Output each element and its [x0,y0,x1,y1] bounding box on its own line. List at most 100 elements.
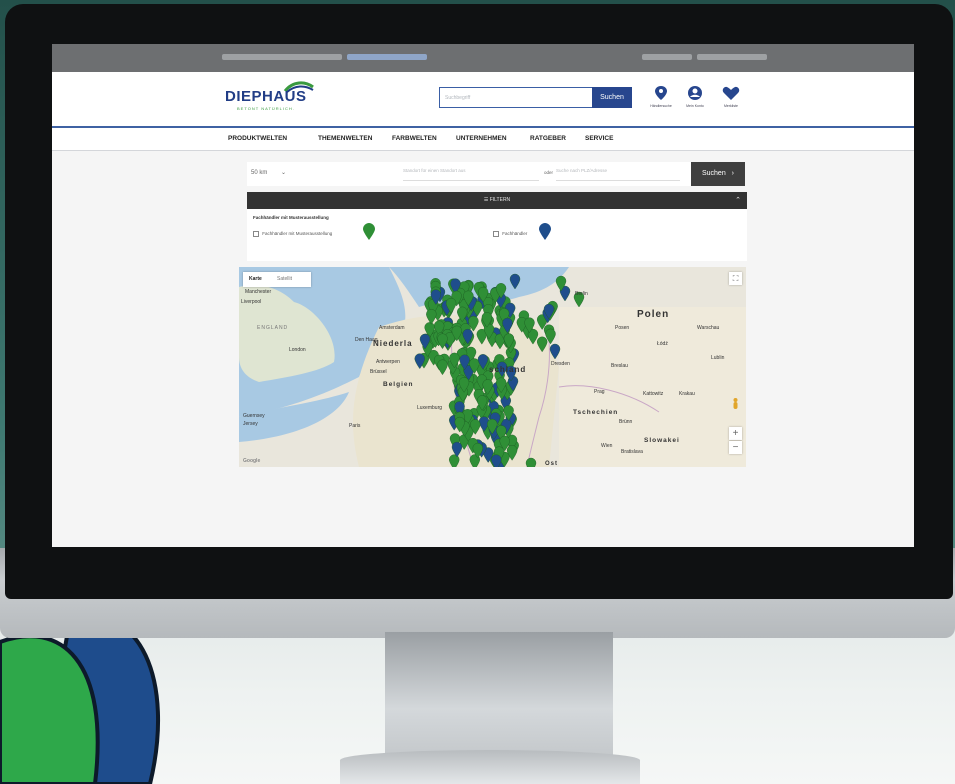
map-type-tabs: Karte Satellit [243,272,311,287]
dealer-marker[interactable] [525,457,537,467]
fullscreen-button[interactable]: ⛶ [729,272,742,285]
nav-item-produktwelten[interactable]: PRODUKTWELTEN [228,135,287,142]
map-label-posen: Posen [615,325,630,331]
wishlist-label: Merkliste [723,104,738,108]
filter-option-dealer[interactable]: Fachhändler [493,231,527,237]
dealer-search-bar: 50 km ⌄ Standort für einen Standort aus … [247,162,745,186]
zoom-in-button[interactable]: + [729,427,742,440]
dealer-marker[interactable] [536,336,548,353]
phone-placeholder [642,54,692,60]
filter-option-label: Fachhändler mit Musterausstellung [262,231,333,237]
map-label-lublin: Lublin [711,355,725,361]
pegman-icon [733,398,738,409]
map-label-manchester: Manchester [245,289,272,295]
chevron-up-icon: ⌃ [735,197,741,204]
zip-input[interactable]: Suche nach PLZ/Adresse [556,168,680,181]
search-button[interactable]: Suchen [592,87,632,108]
zip-placeholder: Suche nach PLZ/Adresse [556,168,608,173]
location-input[interactable]: Standort für einen Standort aus [403,168,539,181]
filter-label: FILTERN [489,197,511,203]
street-view-icon[interactable] [729,397,742,410]
location-pin-icon [655,86,667,100]
map-label-lodz: Łódź [657,341,668,347]
dealer-marker[interactable] [509,273,521,290]
map-label-bratislava: Bratislava [621,449,643,455]
map-label-brussels: Brüssel [370,369,387,375]
map-label-slovakia: Slowakei [644,437,680,444]
checkbox[interactable] [253,231,259,237]
map-label-prague: Prag [594,389,605,395]
map-label-amsterdam: Amsterdam [379,325,405,331]
map-label-berlin: Berlin [575,291,588,297]
map-label-den-haag: Den Haag [355,337,378,343]
map-label-germany: schland [489,365,527,374]
or-label: oder [544,170,554,175]
map-label-czech: Tschechien [573,409,619,416]
dealer-marker[interactable] [437,359,448,376]
map-label-england: ENGLAND [257,325,289,331]
filter-option-showroom[interactable]: Fachhändler mit Musterausstellung [253,231,332,237]
dealer-search-link[interactable]: Händlersuche [646,83,676,117]
nav-item-service[interactable]: SERVICE [585,135,613,142]
search-placeholder: Suchbegriff [445,95,471,101]
chevron-down-icon: ⌄ [281,170,287,176]
heart-icon [722,86,740,100]
dealer-map[interactable]: Manchester Liverpool ENGLAND London Nied… [239,267,746,467]
checkbox[interactable] [493,231,499,237]
info-link-placeholder [347,54,427,60]
info-text-placeholder [222,54,342,60]
map-label-jersey: Jersey [243,421,258,427]
account-label: Mein Konto [686,104,704,108]
radius-select[interactable]: 50 km ⌄ [251,166,289,180]
nav-item-themenwelten[interactable]: THEMENWELTEN [318,135,372,142]
map-label-breslau: Breslau [611,363,628,369]
dealer-search-button[interactable]: Suchen › [691,162,745,186]
map-label-guernsey: Guernsey [243,413,265,419]
nav-item-ratgeber[interactable]: RATGEBER [530,135,566,142]
monitor-base [340,750,640,784]
map-label-luxemburg: Luxemburg [417,405,443,411]
account-link[interactable]: Mein Konto [680,83,710,117]
tab-satellite[interactable]: Satellit [277,276,292,282]
logo-tagline: BETONT NATÜRLICH. [237,106,295,111]
site-header: DIEPHAUS BETONT NATÜRLICH. Suchbegriff S… [52,72,914,128]
dealer-search-page: 50 km ⌄ Standort für einen Standort aus … [52,151,914,547]
map-label-antwerpen: Antwerpen [376,359,400,365]
monitor-stand [385,632,613,760]
map-label-dresden: Dresden [551,361,570,367]
nav-item-farbwelten[interactable]: FARBWELTEN [392,135,437,142]
dealer-search-label: Händlersuche [650,104,672,108]
filter-toggle[interactable]: ☰ FILTERN ⌃ [247,192,747,209]
map-label-warschau: Warschau [697,325,720,331]
map-label-brno: Brünn [619,419,633,425]
location-placeholder: Standort für einen Standort aus [403,168,466,173]
nav-item-unternehmen[interactable]: UNTERNEHMEN [456,135,507,142]
filter-option-label: Fachhändler [502,231,528,237]
filter-panel: Fachhändler mit Musterausstellung Fachhä… [247,209,747,261]
map-label-liverpool: Liverpool [241,299,262,305]
main-navigation: PRODUKTWELTEN THEMENWELTEN FARBWELTEN UN… [52,128,914,151]
chevron-right-icon: › [731,170,735,177]
blue-marker-icon [539,223,551,240]
dealer-marker[interactable] [449,454,460,467]
zoom-out-button[interactable]: − [729,441,742,454]
wishlist-link[interactable]: Merkliste [716,83,746,117]
map-label-netherlands: Niederla [373,339,413,348]
filter-title: Fachhändler mit Musterausstellung [253,215,329,220]
tab-map[interactable]: Karte [249,276,262,282]
dealer-marker[interactable] [549,343,561,360]
account-icon [688,86,702,100]
map-label-london: London [289,347,306,353]
google-logo[interactable]: Google [243,458,260,464]
map-label-poland: Polen [637,309,670,320]
email-placeholder [697,54,767,60]
diephaus-logo[interactable]: DIEPHAUS BETONT NATÜRLICH. [225,81,335,115]
dealer-marker[interactable] [426,309,437,325]
green-marker-icon [363,223,375,240]
radius-value: 50 km [251,170,268,176]
browser-screen: DIEPHAUS BETONT NATÜRLICH. Suchbegriff S… [52,44,914,547]
map-label-paris: Paris [349,423,361,429]
search-input[interactable]: Suchbegriff [439,87,594,108]
map-label-kattowitz: Kattowitz [643,391,664,397]
map-label-krakau: Krakau [679,391,695,397]
